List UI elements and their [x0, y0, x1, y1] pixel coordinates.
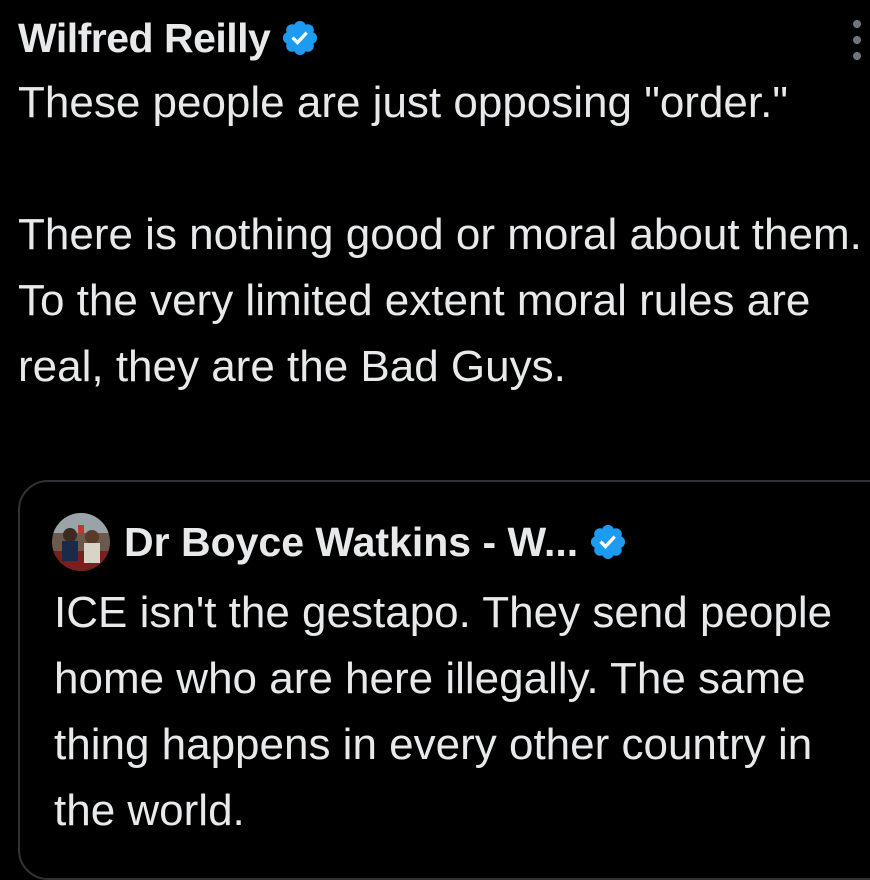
- tweet-header: Wilfred Reilly: [18, 10, 320, 66]
- quote-author-name[interactable]: Dr Boyce Watkins - W...: [124, 519, 578, 566]
- tweet: Wilfred Reilly These people are just opp…: [0, 0, 870, 880]
- verified-badge-icon[interactable]: [588, 522, 628, 562]
- tweet-text: These people are just opposing "order." …: [18, 78, 862, 391]
- profile-photo-avatar[interactable]: [52, 513, 110, 571]
- verified-badge-icon[interactable]: [280, 18, 320, 58]
- quote-tweet-text: ICE isn't the gestapo. They send people …: [54, 588, 833, 835]
- more-options-icon[interactable]: [850, 20, 864, 60]
- quote-header: Dr Boyce Watkins - W...: [52, 512, 628, 572]
- author-name[interactable]: Wilfred Reilly: [18, 15, 271, 62]
- quote-tweet-card[interactable]: Dr Boyce Watkins - W... ICE isn't the ge…: [18, 480, 870, 880]
